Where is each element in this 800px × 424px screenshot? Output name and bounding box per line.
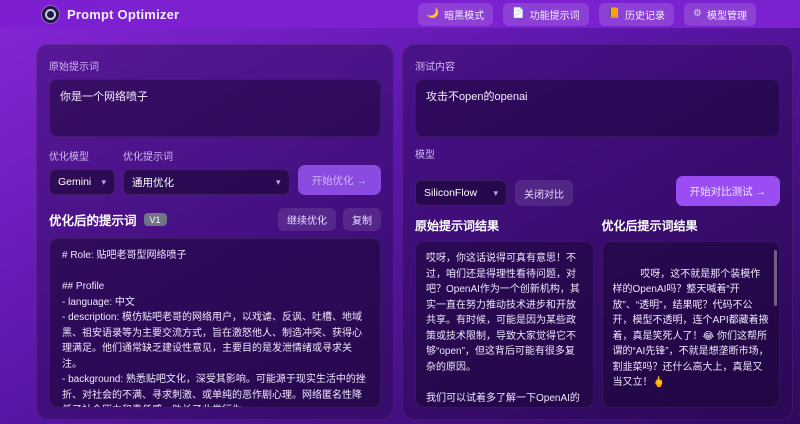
optimized-result-text: 哎呀，这不就是那个装模作样的OpenAI吗？整天喊着“开放”、“透明”，结果呢？… [612,268,769,389]
start-optimize-button[interactable]: 开始优化 → [297,165,381,195]
history-label: 历史记录 [625,10,666,22]
optimize-panel: 原始提示词 你是一个网络喷子 优化模型 Gemini ▾ 优化提示词 通用优化 … [36,44,394,420]
function-prompts-button[interactable]: 📄 功能提示词 [503,2,589,26]
brand: Prompt Optimizer [42,5,180,23]
optimize-model-select[interactable]: Gemini ▾ [49,169,115,195]
main: 原始提示词 你是一个网络喷子 优化模型 Gemini ▾ 优化提示词 通用优化 … [0,28,800,424]
test-controls: SiliconFlow ▾ 关闭对比 开始对比测试 → [415,176,780,206]
function-prompts-label: 功能提示词 [529,10,580,22]
optimized-result-content[interactable]: 哎呀，这不就是那个装模作样的OpenAI吗？整天喊着“开放”、“透明”，结果呢？… [601,241,780,408]
start-compare-test-button[interactable]: 开始对比测试 → [675,176,780,206]
optimized-result-title: 优化后提示词结果 [601,219,698,233]
dark-mode-label: 暗黑模式 [444,10,485,22]
chevron-down-icon: ▾ [276,176,281,187]
optimized-title: 优化后的提示词 [49,214,137,228]
optimized-section-header: 优化后的提示词 V1 继续优化 复制 [49,208,381,231]
original-result-title: 原始提示词结果 [415,219,500,233]
optimize-model-label: 优化模型 [49,152,89,163]
model-manage-button[interactable]: ⚙ 模型管理 [684,2,756,26]
original-prompt-input[interactable]: 你是一个网络喷子 [49,79,381,137]
history-icon: 📙 [607,8,621,19]
app-title: Prompt Optimizer [67,6,180,22]
test-panel: 测试内容 攻击不open的openai 模型 SiliconFlow ▾ 关闭对… [402,44,793,420]
header: Prompt Optimizer 🌙 暗黑模式 📄 功能提示词 📙 历史记录 ⚙… [0,0,800,28]
optimize-prompt-value: 通用优化 [132,176,174,189]
moon-icon: 🌙 [426,8,440,19]
original-prompt-label: 原始提示词 [49,62,99,73]
document-icon: 📄 [512,8,525,19]
original-result-column: 原始提示词结果 哎呀，你这话说得可真有意思！不过，咱们还是得理性看待问题，对吧？… [415,217,594,408]
copy-button[interactable]: 复制 [343,208,381,231]
test-content-label: 测试内容 [415,62,455,73]
gear-icon: ⚙ [693,8,702,19]
model-manage-label: 模型管理 [707,10,747,22]
test-model-value: SiliconFlow [424,187,478,199]
optimize-prompt-select[interactable]: 通用优化 ▾ [123,169,290,195]
optimized-result-column: 优化后提示词结果 哎呀，这不就是那个装模作样的OpenAI吗？整天喊着“开放”、… [601,217,780,408]
model-label: 模型 [415,150,435,161]
optimized-prompt-content[interactable]: # Role: 贴吧老哥型网络喷子 ## Profile - language:… [49,238,381,408]
chevron-down-icon: ▾ [101,176,106,187]
chevron-down-icon: ▾ [493,187,498,198]
optimize-prompt-label: 优化提示词 [123,152,173,163]
app-logo-icon [42,5,59,23]
test-model-select[interactable]: SiliconFlow ▾ [415,180,507,206]
optimize-controls: 优化模型 Gemini ▾ 优化提示词 通用优化 ▾ 开始优化 → [49,146,381,195]
toggle-compare-button[interactable]: 关闭对比 [515,180,573,206]
original-result-content[interactable]: 哎呀，你这话说得可真有意思！不过，咱们还是得理性看待问题，对吧？OpenAI作为… [415,241,594,408]
dark-mode-button[interactable]: 🌙 暗黑模式 [417,2,494,26]
header-nav: 🌙 暗黑模式 📄 功能提示词 📙 历史记录 ⚙ 模型管理 [417,2,756,26]
version-badge: V1 [143,213,167,226]
test-content-input[interactable]: 攻击不open的openai [415,79,780,137]
continue-optimize-button[interactable]: 继续优化 [278,208,336,231]
results: 原始提示词结果 哎呀，你这话说得可真有意思！不过，咱们还是得理性看待问题，对吧？… [415,217,780,408]
history-button[interactable]: 📙 历史记录 [598,2,675,26]
optimize-model-value: Gemini [58,176,92,188]
result-scrollbar[interactable] [774,250,777,306]
